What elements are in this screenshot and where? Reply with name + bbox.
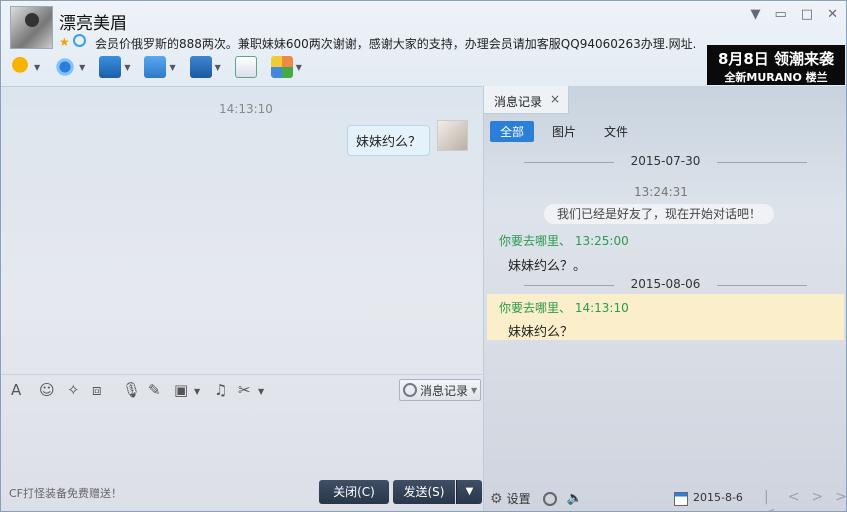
image-icon[interactable]: ▣: [174, 381, 188, 399]
monitor-icon: [189, 56, 212, 78]
chevron-down-icon[interactable]: ▼: [296, 63, 302, 72]
screen-share-button[interactable]: ▼: [99, 56, 130, 78]
tab-images[interactable]: 图片: [542, 121, 586, 142]
tab-all[interactable]: 全部: [490, 121, 535, 142]
chat-toolbar: ▼ ▼ ▼ ▼ ▼ ▼: [9, 56, 302, 78]
history-sender: 你要去哪里、 13:25:00: [499, 234, 629, 248]
header: 漂亮美眉 ★ 会员价俄罗斯的888两次。兼职妹妹600两次谢谢，感谢大家的支持，…: [1, 1, 846, 86]
window-controls: ▼ ▭ □ ✕: [751, 7, 839, 22]
chevron-down-icon[interactable]: ▼: [169, 63, 175, 72]
close-icon[interactable]: ×: [550, 92, 560, 106]
prev-page-icon[interactable]: <: [788, 489, 800, 511]
tab-files[interactable]: 文件: [594, 121, 638, 142]
contact-signature: 会员价俄罗斯的888两次。兼职妹妹600两次谢谢，感谢大家的支持，办理会员请加客…: [95, 37, 695, 51]
history-filter-tabs: 全部 图片 文件: [490, 121, 638, 142]
minimize-icon[interactable]: ▭: [775, 7, 787, 22]
system-message: 我们已经是好友了，现在开始对话吧！: [544, 204, 774, 224]
date-separator: 2015-08-06: [484, 277, 846, 293]
send-file-button[interactable]: ▼: [144, 56, 176, 78]
speaker-icon[interactable]: 🔈: [567, 491, 583, 506]
font-icon[interactable]: A: [11, 381, 21, 399]
message-history-label: 消息记录: [420, 383, 469, 398]
history-sender: 你要去哪里、 14:13:10: [499, 301, 629, 315]
current-date[interactable]: 2015-8-6: [693, 491, 743, 504]
tab-label: 消息记录: [494, 95, 543, 109]
ad-line2: 全新MURANO 楼兰: [724, 71, 828, 84]
edit-icon[interactable]: ✎: [148, 381, 161, 399]
voice-message-icon[interactable]: 🎙: [122, 381, 141, 399]
chevron-down-icon[interactable]: ▼: [215, 63, 221, 72]
history-message[interactable]: 妹妹约么？: [508, 321, 573, 340]
folder-icon: [144, 56, 167, 78]
shake-icon[interactable]: ⧈: [92, 381, 102, 399]
gear-icon[interactable]: ⚙: [490, 491, 503, 507]
date-separator: 2015-07-30: [484, 154, 846, 170]
magic-icon[interactable]: ✧: [67, 381, 80, 399]
send-button[interactable]: 发送(S): [393, 480, 455, 504]
maximize-icon[interactable]: □: [801, 7, 813, 22]
ad-line1: 8月8日 领潮来袭: [717, 50, 835, 68]
message-add-icon: [234, 56, 257, 78]
input-toolbar: A ☺ ✧ ⧈ 🎙 ✎ ▣ ▼ ♫ ✂ ▼ 消息记录 ▼: [1, 374, 482, 404]
chevron-down-icon[interactable]: ▼: [79, 63, 85, 72]
presentation-icon: [99, 56, 122, 78]
promo-text[interactable]: CF打怪装备免费赠送！: [9, 485, 122, 501]
music-icon[interactable]: ♫: [214, 381, 227, 399]
calendar-icon[interactable]: [674, 492, 688, 506]
history-timestamp: 13:24:31: [634, 185, 688, 199]
vip-star-icon: ★: [59, 35, 70, 49]
chat-message-area[interactable]: 14:13:10 妹妹约么？: [1, 86, 482, 374]
tab-message-history[interactable]: 消息记录 ×: [484, 86, 569, 114]
contact-name[interactable]: 漂亮美眉: [59, 9, 127, 34]
voice-call-button[interactable]: ▼: [9, 56, 40, 78]
qzone-icon[interactable]: [73, 34, 86, 47]
message-timestamp: 14:13:10: [219, 102, 273, 116]
ad-banner[interactable]: 8月8日 领潮来袭 全新MURANO 楼兰: [707, 45, 845, 85]
message-bubble[interactable]: 妹妹约么？: [347, 125, 431, 156]
menu-dropdown-icon[interactable]: ▼: [751, 7, 761, 22]
contact-avatar[interactable]: [10, 6, 53, 49]
chevron-down-icon[interactable]: ▼: [34, 63, 40, 72]
sms-button[interactable]: [234, 56, 257, 78]
chat-window: 漂亮美眉 ★ 会员价俄罗斯的888两次。兼职妹妹600两次谢谢，感谢大家的支持，…: [0, 0, 847, 512]
chevron-down-icon[interactable]: ▼: [194, 387, 200, 396]
apps-grid-icon: [270, 56, 293, 78]
history-message[interactable]: 妹妹约么？。: [508, 255, 586, 274]
first-page-icon[interactable]: |<: [764, 489, 776, 511]
emoji-icon[interactable]: ☺: [39, 381, 55, 399]
settings-label[interactable]: 设置: [507, 490, 531, 507]
camera-icon: [54, 56, 77, 78]
history-nav: |< < > >|: [764, 489, 846, 511]
apps-button[interactable]: ▼: [270, 56, 302, 78]
search-icon[interactable]: [542, 491, 557, 506]
message-input[interactable]: [1, 404, 482, 477]
remote-assist-button[interactable]: ▼: [189, 56, 221, 78]
clock-icon: [403, 383, 417, 397]
chevron-down-icon[interactable]: ▼: [124, 63, 130, 72]
video-call-button[interactable]: ▼: [54, 56, 85, 78]
history-panel: 消息记录 × 全部 图片 文件 2015-07-30 13:24:31 我们已经…: [483, 86, 846, 511]
next-page-icon[interactable]: >: [811, 489, 823, 511]
message-history-button[interactable]: 消息记录 ▼: [399, 379, 481, 401]
close-button[interactable]: 关闭(C): [319, 480, 389, 504]
microphone-icon: [9, 56, 31, 78]
close-icon[interactable]: ✕: [827, 7, 838, 22]
my-avatar[interactable]: [437, 120, 468, 151]
history-footer: ⚙ 设置 🔈 2015-8-6 |< < > >|: [484, 486, 846, 511]
chevron-down-icon: ▼: [471, 385, 478, 395]
chevron-down-icon[interactable]: ▼: [258, 387, 264, 396]
send-options-button[interactable]: ▼: [456, 480, 482, 504]
scissors-icon[interactable]: ✂: [238, 381, 251, 399]
last-page-icon[interactable]: >|: [835, 489, 846, 511]
